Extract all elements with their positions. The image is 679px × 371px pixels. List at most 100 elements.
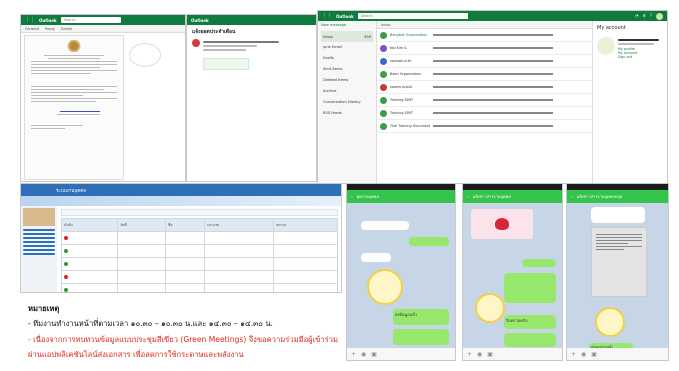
sticker-character	[367, 269, 403, 305]
valentine-image	[471, 209, 533, 239]
message-row[interactable]: kasem.public	[377, 81, 592, 94]
folder-inbox[interactable]: Inbox 390	[321, 31, 373, 42]
document-side-stamp	[129, 43, 161, 67]
status-dot	[64, 235, 68, 240]
help-icon[interactable]: ?	[650, 13, 652, 20]
portal-search-bar[interactable]	[61, 209, 338, 216]
forward-button[interactable]: Forward	[25, 27, 39, 31]
outlook-reader-panel: Outlook แจ้งยอดประจำเดือน	[186, 14, 317, 182]
table-row[interactable]	[61, 257, 338, 271]
apps-icon[interactable]: ⋮⋮	[322, 13, 332, 19]
message-list: Inbox Bangkok Organization Noi Kim S. so…	[377, 21, 592, 183]
search-input[interactable]: Search	[60, 17, 121, 23]
camera-icon[interactable]: ◉	[581, 351, 586, 358]
chat-body: รับทราบครับ	[463, 203, 562, 348]
inbox-topbar: ⋮⋮ Outlook Search ◔ ✲ ?	[318, 11, 667, 21]
col-header: สถานะ	[273, 218, 338, 232]
back-arrow-icon[interactable]: ‹	[351, 194, 353, 199]
chat-input-bar[interactable]: + ◉ ▣	[463, 348, 562, 360]
outlook-topbar: ⋮⋮ Outlook Search	[21, 15, 185, 25]
delete-button[interactable]: Delete	[61, 27, 73, 31]
plus-icon[interactable]: +	[467, 351, 472, 358]
handwritten-signature	[59, 106, 103, 112]
reader-topbar: Outlook	[187, 15, 316, 25]
table-header-row: ลำดับ วันที่ ชื่อ ประเภท สถานะ	[61, 218, 338, 232]
image-icon[interactable]: ▣	[591, 351, 597, 358]
col-header: ประเภท	[204, 218, 275, 232]
message-row[interactable]: Baan Organization	[377, 68, 592, 81]
sticker-character	[595, 307, 625, 337]
camera-icon[interactable]: ◉	[361, 351, 366, 358]
folder-sent[interactable]: Sent Items	[321, 64, 373, 75]
message-row[interactable]: Noi Kim S.	[377, 42, 592, 55]
message-list-header: Inbox	[377, 21, 592, 29]
attachment-card[interactable]	[203, 58, 249, 70]
portal-table: ลำดับ วันที่ ชื่อ ประเภท สถานะ	[61, 218, 338, 292]
col-header: ชื่อ	[165, 218, 206, 232]
message-row[interactable]: somsak.sr.th	[377, 55, 592, 68]
waffle-icon[interactable]: ⋮⋮	[25, 17, 35, 23]
notes-line-3: ผ่านแอปพลิเคชันไลน์ส่งเอกสาร เพื่อลดการใ…	[28, 350, 244, 359]
sender-avatar	[380, 70, 387, 78]
message-row[interactable]: Bangkok Organization	[377, 29, 592, 42]
message-row[interactable]: Thai Training Document	[377, 120, 592, 133]
image-icon[interactable]: ▣	[487, 351, 493, 358]
sticker-character	[475, 293, 505, 323]
gear-icon[interactable]: ✲	[643, 13, 646, 20]
message-row[interactable]: Training IDMT	[377, 94, 592, 107]
portal-sidebar	[21, 206, 57, 292]
folder-deleted[interactable]: Deleted Items	[321, 75, 373, 86]
outlook-brand: Outlook	[39, 17, 57, 23]
col-header: ลำดับ	[61, 218, 118, 232]
account-flyout: My account My profile My account Sign ou…	[592, 21, 667, 183]
sender-avatar	[380, 122, 387, 130]
sent-message: รับทราบครับ	[504, 315, 556, 329]
inbox-brand: Outlook	[336, 13, 354, 19]
back-arrow-icon[interactable]: ‹	[571, 194, 573, 199]
line-chat-2: ‹ แจ้งข่าวสารงานบุคคล รับทราบครับ + ◉ ▣	[462, 183, 563, 361]
document-photo	[591, 227, 647, 297]
reply-button[interactable]: Reply	[45, 27, 55, 31]
inbox-search-input[interactable]: Search	[357, 13, 468, 19]
new-message-button[interactable]: New message	[321, 23, 373, 31]
table-row[interactable]	[61, 283, 338, 292]
notes-line-2: - เนื่องจากการทบทวนข้อมูลแบบประชุมสีเขีย…	[28, 335, 338, 344]
reader-brand: Outlook	[191, 17, 209, 23]
table-row[interactable]	[61, 244, 338, 258]
image-icon[interactable]: ▣	[371, 351, 377, 358]
folder-rss[interactable]: RSS Feeds	[321, 108, 373, 119]
folder-archive[interactable]: Archive	[321, 86, 373, 97]
reader-title: แจ้งยอดประจำเดือน	[192, 29, 236, 35]
plus-icon[interactable]: +	[351, 351, 356, 358]
sender-avatar	[380, 109, 387, 117]
hr-portal-panel: ระบบงานบุคคล ลำดับ วันที่ ชื่อ ประเภท สถ…	[20, 183, 342, 293]
sender-avatar	[192, 39, 200, 47]
outlook-document-panel: ⋮⋮ Outlook Search Forward Reply Delete	[20, 14, 186, 182]
scanned-document	[24, 35, 124, 180]
bell-icon[interactable]: ◔	[635, 13, 639, 20]
folder-conversation-history[interactable]: Conversation History	[321, 97, 373, 108]
chat-header: ‹ แจ้งข่าวสารงานบุคคล	[463, 190, 562, 203]
chat-input-bar[interactable]: + ◉ ▣	[567, 348, 668, 360]
sent-message: ส่งข้อมูลแล้ว	[393, 309, 449, 325]
table-row[interactable]	[61, 231, 338, 245]
status-dot	[64, 287, 68, 292]
folder-drafts[interactable]: Drafts	[321, 53, 373, 64]
chat-body: ส่งข้อมูลแล้ว	[347, 203, 455, 348]
back-arrow-icon[interactable]: ‹	[467, 194, 469, 199]
folder-junk[interactable]: Junk Email	[321, 42, 373, 53]
table-row[interactable]	[61, 270, 338, 284]
user-avatar-icon[interactable]	[656, 12, 663, 20]
account-title: My account	[597, 25, 626, 31]
notes-line-1: - ทีมงานทำงานหน้าที่ตามเวลา ๑๐.๓๐ – ๑๐.๓…	[28, 319, 273, 328]
chat-input-bar[interactable]: + ◉ ▣	[347, 348, 455, 360]
reader-toolbar: Forward Reply Delete	[21, 25, 185, 33]
sender-avatar	[380, 31, 387, 39]
portal-banner	[21, 196, 341, 206]
message-row[interactable]: Training IDMT	[377, 107, 592, 120]
sign-out-link[interactable]: Sign out	[618, 55, 663, 59]
chat-header: ‹ คุยงานบุคคล	[347, 190, 455, 203]
plus-icon[interactable]: +	[571, 351, 576, 358]
status-dot	[64, 248, 68, 253]
camera-icon[interactable]: ◉	[477, 351, 482, 358]
